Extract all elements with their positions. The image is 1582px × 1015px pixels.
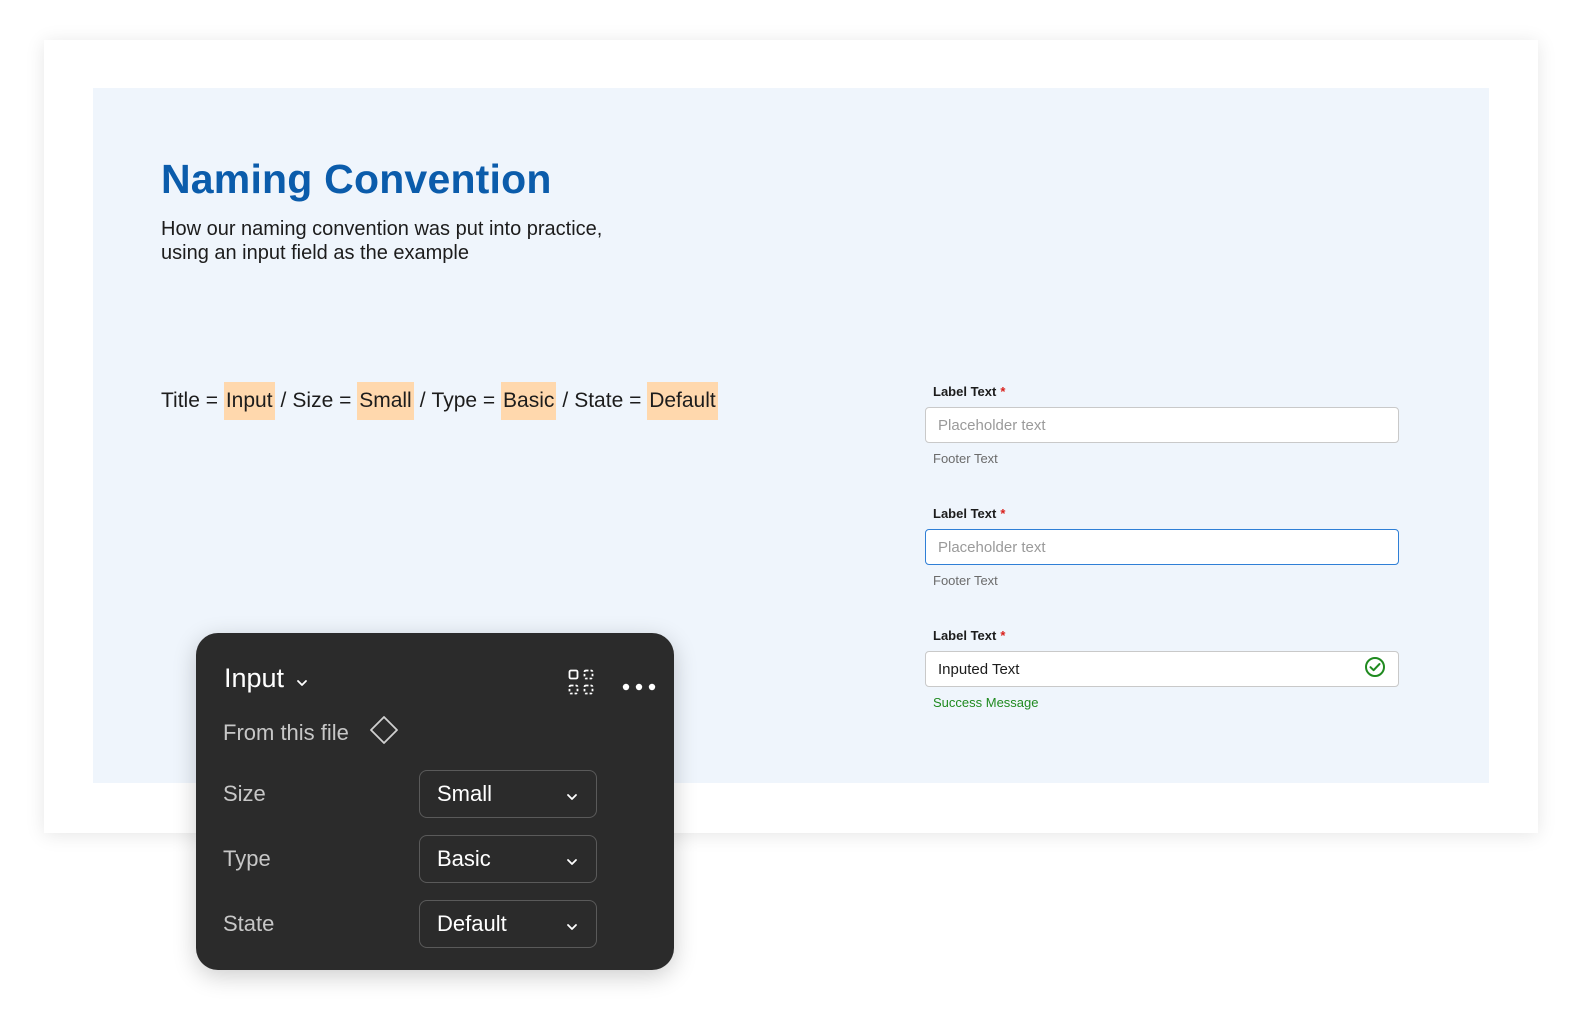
- input-field-default: Label Text * Placeholder text Footer Text: [925, 383, 1399, 466]
- text-input-focused[interactable]: Placeholder text: [925, 529, 1399, 565]
- text-input-default[interactable]: Placeholder text: [925, 407, 1399, 443]
- more-options-icon[interactable]: [622, 678, 656, 696]
- formula-title-label: Title =: [161, 389, 224, 412]
- field-label-text: Label Text: [933, 384, 997, 399]
- from-file-label: From this file: [223, 720, 349, 745]
- success-message: Success Message: [933, 695, 1039, 710]
- chevron-down-icon: [566, 781, 578, 807]
- field-label: Label Text *: [933, 505, 1399, 523]
- field-label: Label Text *: [933, 383, 1399, 401]
- required-mark: *: [1000, 506, 1006, 521]
- page: Naming Convention How our naming convent…: [0, 0, 1582, 1015]
- formula-type-label: Type =: [431, 389, 502, 412]
- page-title: Naming Convention: [161, 156, 552, 202]
- chevron-down-icon: [296, 663, 308, 694]
- formula-separator: /: [419, 389, 426, 412]
- type-select[interactable]: Basic: [419, 835, 597, 883]
- naming-formula: Title = Input / Size = Small / Type = Basic /…: [161, 382, 718, 420]
- size-select[interactable]: Small: [419, 770, 597, 818]
- field-footer: Footer Text: [933, 451, 998, 466]
- input-field-success: Label Text * Inputed Text Success Message: [925, 627, 1399, 710]
- input-value: Inputed Text: [938, 660, 1020, 678]
- formula-separator: /: [562, 389, 569, 412]
- state-select[interactable]: Default: [419, 900, 597, 948]
- component-name: Input: [224, 663, 285, 693]
- check-circle-icon: [1364, 656, 1386, 682]
- component-name-dropdown[interactable]: Input: [224, 663, 308, 694]
- property-label: Size: [223, 781, 266, 806]
- formula-separator: /: [280, 389, 287, 412]
- text-input-success[interactable]: Inputed Text: [925, 651, 1399, 687]
- input-placeholder: Placeholder text: [938, 538, 1046, 556]
- property-label: Type: [223, 846, 271, 871]
- property-row-size: Size Small: [223, 770, 603, 818]
- required-mark: *: [1000, 628, 1006, 643]
- select-value: Default: [437, 911, 507, 936]
- input-placeholder: Placeholder text: [938, 416, 1046, 434]
- component-properties-panel: Input From this file Size Small Type Bas…: [196, 633, 674, 970]
- formula-type-value: Basic: [501, 382, 557, 420]
- field-label-text: Label Text: [933, 628, 997, 643]
- instance-grid-icon[interactable]: [568, 669, 594, 700]
- select-value: Basic: [437, 846, 491, 871]
- select-value: Small: [437, 781, 493, 806]
- page-subtitle: How our naming convention was put into p…: [161, 218, 603, 264]
- required-mark: *: [1000, 384, 1006, 399]
- formula-title-value: Input: [223, 382, 275, 420]
- property-label: State: [223, 911, 275, 936]
- property-row-type: Type Basic: [223, 835, 603, 883]
- input-field-focused: Label Text * Placeholder text Footer Text: [925, 505, 1399, 588]
- formula-state-value: Default: [647, 382, 718, 420]
- field-footer: Footer Text: [933, 573, 998, 588]
- chevron-down-icon: [566, 911, 578, 937]
- formula-size-value: Small: [357, 382, 414, 420]
- chevron-down-icon: [566, 846, 578, 872]
- property-row-state: State Default: [223, 900, 603, 948]
- formula-state-label: State =: [574, 389, 648, 412]
- field-label: Label Text *: [933, 627, 1399, 645]
- formula-size-label: Size =: [292, 389, 358, 412]
- field-label-text: Label Text: [933, 506, 997, 521]
- from-this-file: From this file: [223, 715, 399, 751]
- component-diamond-icon: [369, 715, 399, 751]
